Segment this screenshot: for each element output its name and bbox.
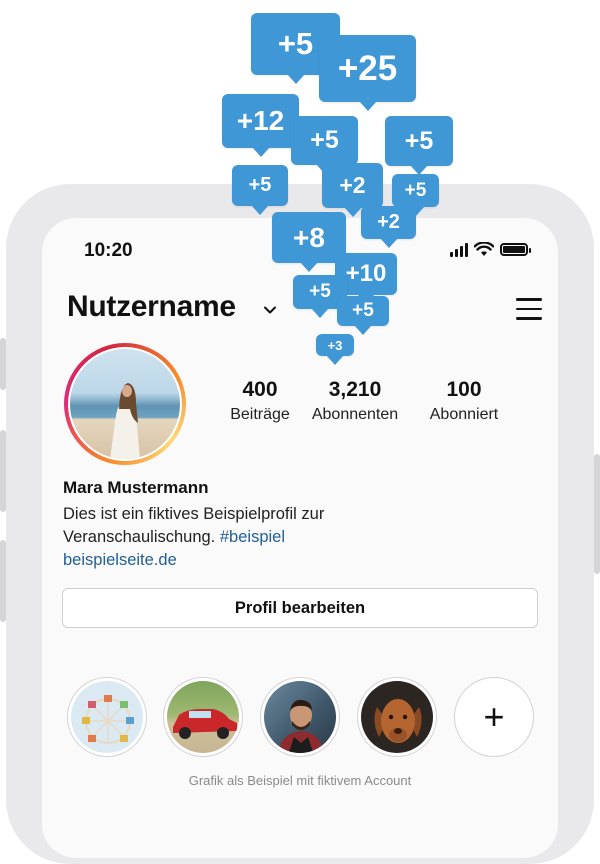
chevron-down-icon[interactable]: [262, 302, 278, 318]
phone-side-button: [0, 430, 6, 512]
like-bubble: +5: [385, 116, 453, 175]
edit-profile-button[interactable]: Profil bearbeiten: [62, 588, 538, 628]
hashtag-link[interactable]: #beispiel: [220, 528, 285, 546]
stat-posts[interactable]: 400 Beiträge: [222, 378, 298, 424]
red-car-icon: [173, 709, 237, 739]
stat-label: Beiträge: [230, 406, 290, 423]
stat-label: Abonniert: [429, 406, 499, 423]
add-highlight-button[interactable]: +: [454, 677, 534, 757]
phone-side-button: [594, 454, 600, 574]
highlight-car[interactable]: [163, 677, 243, 757]
like-bubble: +2: [361, 206, 416, 248]
plus-icon: +: [483, 696, 505, 737]
highlight-ferris-wheel[interactable]: [67, 677, 147, 757]
stat-value: 3,210: [328, 378, 382, 401]
image-caption: Grafik als Beispiel mit fiktivem Account: [188, 773, 412, 788]
like-bubble: +25: [319, 35, 416, 111]
wifi-icon: [474, 242, 494, 256]
username-title[interactable]: Nutzername: [67, 290, 236, 324]
website-link[interactable]: beispielseite.de: [63, 551, 177, 570]
man-portrait-icon: [278, 699, 324, 753]
like-bubble: +3: [316, 334, 354, 365]
bio-line: Veranschaulischung.: [63, 528, 216, 546]
avatar[interactable]: [64, 343, 186, 465]
highlight-dog[interactable]: [357, 677, 437, 757]
avatar-photo: [70, 349, 180, 459]
stat-followers[interactable]: 3,210 Abonnenten: [300, 378, 410, 424]
stat-value: 100: [446, 378, 482, 401]
status-icons: [450, 242, 531, 257]
highlight-man[interactable]: [260, 677, 340, 757]
ferris-wheel-icon: [82, 695, 134, 744]
menu-icon[interactable]: [516, 298, 542, 320]
bio-line: Dies ist ein fiktives Beispielprofil zur: [63, 505, 325, 523]
phone-side-button: [0, 540, 6, 622]
like-bubble: +12: [222, 94, 299, 157]
profile-bio: Dies ist ein fiktives Beispielprofil zur…: [63, 503, 443, 549]
like-bubble: +5: [337, 296, 389, 335]
battery-icon: [500, 243, 531, 256]
like-bubble: +5: [392, 174, 439, 216]
like-bubble: +5: [291, 116, 358, 174]
status-time: 10:20: [84, 240, 133, 261]
stat-following[interactable]: 100 Abonniert: [418, 378, 510, 424]
like-bubble: +2: [322, 163, 383, 217]
signal-icon: [450, 242, 468, 257]
like-bubble: +5: [232, 165, 288, 215]
profile-name: Mara Mustermann: [63, 478, 209, 497]
phone-side-button: [0, 338, 6, 390]
stat-label: Abonnenten: [311, 406, 399, 423]
stat-value: 400: [242, 378, 278, 401]
dog-portrait-icon: [374, 699, 422, 743]
